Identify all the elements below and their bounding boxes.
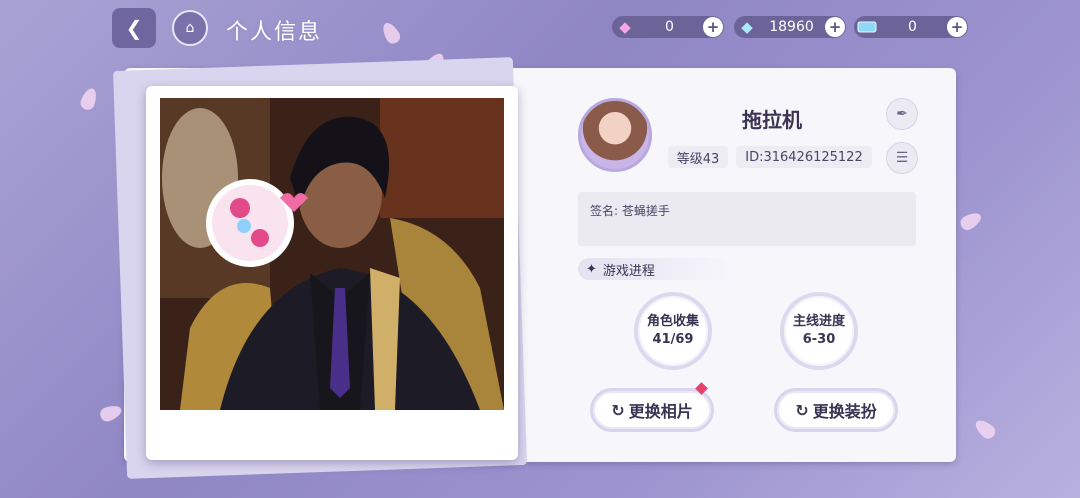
signature-field[interactable]: 签名: 苍蝇搓手 [578,192,916,246]
add-pink-diamond-button[interactable]: + [703,17,723,37]
avatar[interactable] [578,98,652,172]
petal-decoration [972,416,998,442]
document-icon: ☰ [895,150,909,166]
petal-decoration [957,209,985,233]
refresh-icon: ↻ [611,400,625,420]
currency-ticket: 0 + [854,16,968,38]
ticket-icon [856,18,878,36]
progress-heading: ✦ 游戏进程 [578,258,734,280]
refresh-icon: ↻ [795,400,809,420]
currency-value: 18960 [769,19,814,35]
stat-label: 角色收集 [646,314,699,329]
sparkle-icon: ✦ [586,261,597,277]
change-photo-button[interactable]: ↻ 更换相片 [590,388,714,432]
stat-value: 41/69 [652,332,694,347]
currency-value: 0 [908,19,917,35]
level-tag: 等级43 [668,146,728,168]
page-title: 个人信息 [226,20,323,45]
change-outfit-label: 更换装扮 [812,402,877,421]
home-button[interactable]: ⌂ [172,10,208,46]
stat-main-story-progress[interactable]: 主线进度 6-30 [780,292,858,370]
edit-name-button[interactable]: ✒ [886,98,918,130]
profile-photo [160,98,504,410]
change-photo-label: 更换相片 [628,402,693,421]
currency-blue-diamond: ◆ 18960 + [734,16,846,38]
change-outfit-button[interactable]: ↻ 更换装扮 [774,388,898,432]
home-icon: ⌂ [185,20,195,36]
back-arrow-icon: ❮ [125,16,143,40]
stat-character-collection[interactable]: 角色收集 41/69 [634,292,712,370]
progress-heading-label: 游戏进程 [602,263,655,279]
player-id: ID:316426125122 [736,146,872,168]
stat-value: 6-30 [802,332,836,347]
nickname: 拖拉机 [742,108,802,132]
add-blue-diamond-button[interactable]: + [825,17,845,37]
feather-pen-icon: ✒ [896,106,908,122]
currency-pink-diamond: ◆ 0 + [612,16,724,38]
top-bar: ❮ ⌂ 个人信息 ◆ 0 + ◆ 18960 + 0 + [0,0,1080,56]
photo-frame [146,86,518,460]
signature-text: 签名: 苍蝇搓手 [590,204,670,218]
add-ticket-button[interactable]: + [947,17,967,37]
character-illustration [160,98,504,410]
blue-diamond-icon: ◆ [741,18,753,36]
details-button[interactable]: ☰ [886,142,918,174]
petal-decoration [78,86,100,112]
petal-decoration [98,402,124,424]
pink-diamond-icon: ◆ [619,18,631,36]
currency-value: 0 [665,19,674,35]
back-button[interactable]: ❮ [112,8,156,48]
stat-label: 主线进度 [792,314,845,329]
